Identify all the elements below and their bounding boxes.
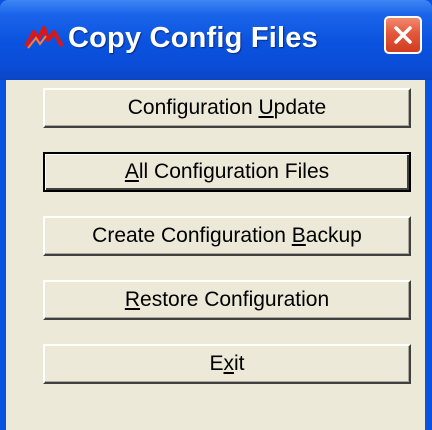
create-configuration-backup-button[interactable]: Create Configuration Backup <box>43 216 411 256</box>
exit-button[interactable]: Exit <box>43 344 411 384</box>
button-label-text: it <box>234 352 245 375</box>
title-bar[interactable]: Copy Config Files <box>0 0 432 80</box>
access-key: B <box>291 224 306 247</box>
button-label-text: Create Configuration <box>92 224 292 247</box>
access-key: A <box>124 160 139 183</box>
access-key: R <box>124 288 141 311</box>
access-key: U <box>258 96 274 119</box>
red-wave-logo-icon <box>24 26 64 49</box>
button-label-text: ll Configuration Files <box>138 160 330 183</box>
close-icon <box>394 26 412 44</box>
button-label-text: ackup <box>305 224 362 247</box>
button-label-text: Configuration <box>127 96 259 119</box>
dialog-window: Copy Config Files Configuration Update A… <box>0 0 432 430</box>
access-key: x <box>223 352 235 375</box>
close-button[interactable] <box>384 16 422 54</box>
configuration-update-button[interactable]: Configuration Update <box>43 88 411 128</box>
button-label-text: estore Configuration <box>140 288 330 311</box>
dialog-body: Configuration Update All Configuration F… <box>6 80 425 430</box>
button-label-text: E <box>209 352 224 375</box>
all-configuration-files-button[interactable]: All Configuration Files <box>43 152 411 192</box>
button-label-text: pdate <box>273 96 327 119</box>
window-title: Copy Config Files <box>68 22 318 54</box>
restore-configuration-button[interactable]: Restore Configuration <box>43 280 411 320</box>
